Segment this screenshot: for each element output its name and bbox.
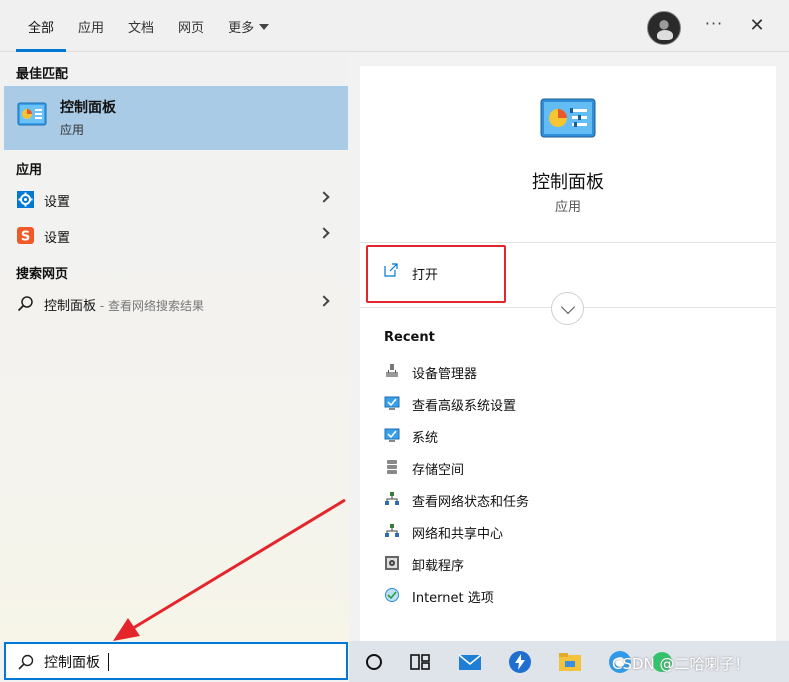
app-result-label: 设置 [44,231,71,246]
best-match-header: 最佳匹配 [16,67,69,82]
panel-gap [349,53,360,641]
preview-app-type: 应用 [554,200,581,215]
recent-item-system[interactable]: 系统 [384,424,684,448]
file-explorer-icon[interactable] [557,649,583,675]
best-match-subtitle: 应用 [60,123,85,137]
search-box[interactable] [4,642,348,680]
web-search-query: 控制面板 [44,299,97,314]
recent-item-label: 系统 [412,431,439,446]
recent-item-storage[interactable]: 存储空间 [384,456,684,480]
recent-item-advanced-settings[interactable]: 查看高级系统设置 [384,392,684,416]
tab-documents[interactable]: 文档 [116,0,166,52]
mail-icon[interactable] [457,649,483,675]
recent-item-device-manager[interactable]: 设备管理器 [384,360,684,384]
search-input[interactable] [44,650,334,674]
tab-web-label: 网页 [178,20,205,36]
recent-item-uninstall[interactable]: 卸载程序 [384,552,684,576]
text-cursor [108,653,109,671]
recent-item-label: 查看高级系统设置 [412,399,517,414]
tab-documents-label: 文档 [128,20,155,36]
web-search-label: 控制面板 - 查看网络搜索结果 [44,295,204,314]
close-button[interactable]: ✕ [744,13,770,39]
uninstall-icon [385,556,399,570]
recent-item-label: 卸载程序 [412,559,465,574]
best-match-item[interactable]: 控制面板 应用 [4,86,348,150]
sogou-icon: S [17,227,34,244]
web-search-result[interactable]: 控制面板 - 查看网络搜索结果 [4,287,348,321]
recent-item-network-center[interactable]: 网络和共享中心 [384,520,684,544]
task-view-icon[interactable] [407,649,433,675]
preview-app-name: 控制面板 [532,172,604,193]
filter-tabs: 全部 应用 文档 网页 更多 [16,0,281,52]
recent-item-label: 设备管理器 [412,367,478,382]
tab-more-label: 更多 [228,20,255,36]
app-result-settings-2[interactable]: S 设置 [4,219,348,253]
recent-item-label: Internet 选项 [412,591,494,606]
panel-edge [776,53,789,641]
device-manager-icon [386,364,398,377]
recent-item-label: 网络和共享中心 [412,527,504,542]
svg-text:S: S [21,230,30,245]
open-label: 打开 [412,268,439,283]
recent-header: Recent [384,330,435,345]
tab-apps-label: 应用 [78,20,105,36]
apps-header: 应用 [16,163,43,178]
recent-item-internet-options[interactable]: Internet 选项 [384,584,684,608]
preview-panel: 控制面板 应用 打开 Recent 设备管理器 查看高级系统设置 系统 存储空间… [360,66,776,641]
tab-web[interactable]: 网页 [166,0,216,52]
tab-more[interactable]: 更多 [216,0,281,52]
recent-item-network-status[interactable]: 查看网络状态和任务 [384,488,684,512]
open-icon [384,263,398,277]
tab-all[interactable]: 全部 [16,0,67,52]
bolt-app-icon[interactable] [507,649,533,675]
top-bar: 全部 应用 文档 网页 更多 ··· ✕ [0,0,789,52]
internet-options-icon [385,588,399,602]
monitor-icon [384,428,400,442]
tab-apps[interactable]: 应用 [66,0,116,52]
avatar[interactable] [647,11,681,45]
app-result-settings[interactable]: 设置 [4,183,348,217]
more-options-button[interactable]: ··· [700,14,728,38]
network-icon [385,492,399,505]
storage-icon [387,460,397,474]
web-search-hint: - 查看网络搜索结果 [96,299,204,313]
search-icon [18,654,34,670]
tab-all-label: 全部 [28,20,55,36]
chevron-right-icon[interactable] [318,295,330,307]
recent-item-label: 查看网络状态和任务 [412,495,530,510]
results-panel: 最佳匹配 控制面板 应用 应用 设置 S 设置 搜索网页 控制面板 - 查看网络… [0,53,349,641]
divider [360,242,776,243]
control-panel-icon [17,102,47,126]
open-button[interactable]: 打开 [366,245,506,303]
chevron-right-icon[interactable] [318,227,330,239]
web-search-header: 搜索网页 [16,267,69,282]
best-match-title: 控制面板 [60,100,116,116]
search-icon [17,296,33,312]
network-icon [385,524,399,537]
expand-button[interactable] [551,292,584,325]
recent-item-label: 存储空间 [412,463,465,478]
cortana-icon[interactable] [361,649,387,675]
control-panel-icon [540,98,596,138]
app-result-label: 设置 [44,195,71,210]
watermark: CSDN @二哈喇子！ [612,655,750,673]
chevron-down-icon [259,24,270,30]
monitor-check-icon [384,396,400,410]
gear-icon [17,191,34,208]
chevron-right-icon[interactable] [318,191,330,203]
